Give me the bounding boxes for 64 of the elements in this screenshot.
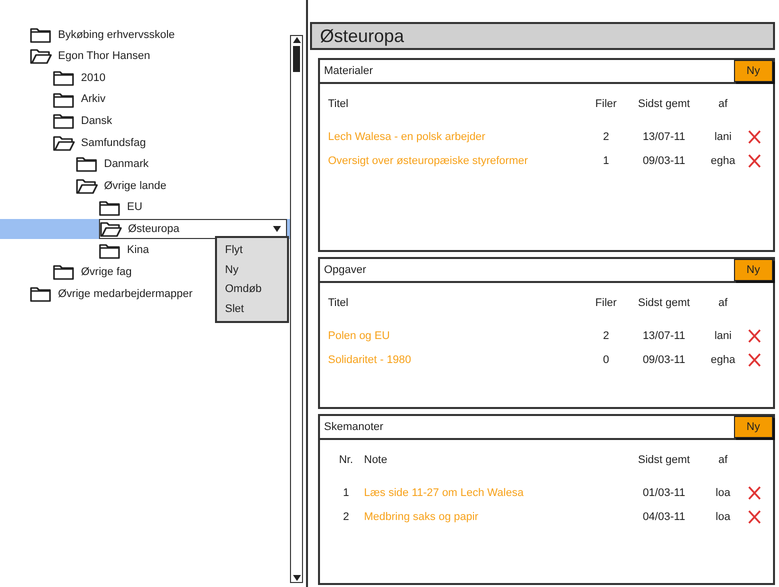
column-header: Sidst gemt bbox=[637, 97, 691, 112]
table-cell-text: 0 bbox=[602, 353, 610, 368]
table-cell-text: 2 bbox=[342, 510, 350, 525]
table-cell-text: 01/03-11 bbox=[642, 486, 686, 500]
column-header: af bbox=[717, 453, 729, 468]
tree-item[interactable]: Dansk bbox=[81, 112, 112, 130]
scrollbar[interactable] bbox=[290, 35, 303, 583]
table-cell-text: 09/03-11 bbox=[642, 154, 686, 169]
column-header: Note bbox=[364, 453, 388, 468]
table-cell-text: 2 bbox=[602, 328, 610, 344]
scroll-up-icon[interactable] bbox=[292, 36, 300, 44]
delete-icon[interactable] bbox=[748, 328, 760, 343]
tree-item[interactable]: Øvrige fag bbox=[81, 264, 132, 281]
column-header: Filer bbox=[594, 296, 618, 311]
menu-item[interactable]: Flyt bbox=[225, 242, 279, 258]
tree-item[interactable]: Danmark bbox=[104, 156, 149, 173]
tree-item[interactable]: Arkiv bbox=[81, 91, 106, 108]
column-header: Sidst gemt bbox=[637, 296, 691, 311]
tree-item[interactable]: 2010 bbox=[81, 70, 106, 86]
delete-icon[interactable] bbox=[748, 510, 760, 524]
menu-item[interactable]: Ny bbox=[225, 262, 279, 278]
section-title: Opgaver bbox=[324, 262, 366, 278]
new-button[interactable]: Ny bbox=[734, 60, 773, 82]
table-cell-text: 13/07-11 bbox=[642, 130, 686, 144]
new-button[interactable]: Ny bbox=[734, 259, 773, 281]
table-cell-text: 1 bbox=[602, 154, 610, 169]
menu-item[interactable]: Omdøb bbox=[225, 281, 279, 298]
table-cell-text: 2 bbox=[602, 130, 610, 144]
table-cell-text: egha bbox=[710, 154, 736, 169]
table-cell-text: loa bbox=[714, 510, 732, 525]
table-cell-text: 09/03-11 bbox=[642, 353, 686, 368]
tree-item[interactable]: EU bbox=[127, 199, 142, 216]
scroll-down-icon[interactable] bbox=[292, 574, 300, 582]
tree-item[interactable]: Øvrige lande bbox=[104, 178, 166, 194]
delete-icon[interactable] bbox=[748, 130, 760, 144]
column-header: af bbox=[717, 296, 729, 311]
tree-item[interactable]: Øvrige medarbejdermapper bbox=[58, 286, 193, 302]
column-header: Filer bbox=[594, 97, 618, 112]
column-header: Titel bbox=[328, 296, 350, 311]
table-cell-text: lani bbox=[713, 130, 733, 144]
tree-item[interactable]: Bykøbing erhvervsskole bbox=[58, 26, 175, 44]
table-cell-text: 1 bbox=[342, 486, 350, 500]
section-title: Materialer bbox=[324, 64, 373, 79]
delete-icon[interactable] bbox=[748, 154, 760, 168]
page-title: Østeuropa bbox=[320, 24, 404, 48]
column-header: Titel bbox=[328, 97, 350, 112]
table-cell-text: 13/07-11 bbox=[642, 328, 686, 344]
delete-icon[interactable] bbox=[748, 353, 760, 368]
dropdown-arrow-icon[interactable] bbox=[272, 225, 282, 234]
tree-item[interactable]: Kina bbox=[127, 242, 150, 259]
new-button[interactable]: Ny bbox=[734, 416, 773, 438]
column-header: af bbox=[717, 97, 729, 112]
section-title: Skemanoter bbox=[324, 420, 384, 435]
menu-item[interactable]: Slet bbox=[225, 300, 279, 317]
column-header: Nr. bbox=[338, 453, 354, 468]
table-cell-text: loa bbox=[714, 486, 732, 500]
column-header: Sidst gemt bbox=[637, 453, 691, 468]
table-cell-text: 04/03-11 bbox=[642, 510, 686, 525]
table-cell-text: lani bbox=[713, 328, 733, 344]
scroll-thumb[interactable] bbox=[293, 46, 300, 72]
tree-item[interactable]: Egon Thor Hansen bbox=[58, 48, 150, 65]
tree-item[interactable]: Samfundsfag bbox=[81, 134, 146, 152]
delete-icon[interactable] bbox=[748, 486, 760, 500]
table-cell-text: egha bbox=[710, 353, 736, 368]
